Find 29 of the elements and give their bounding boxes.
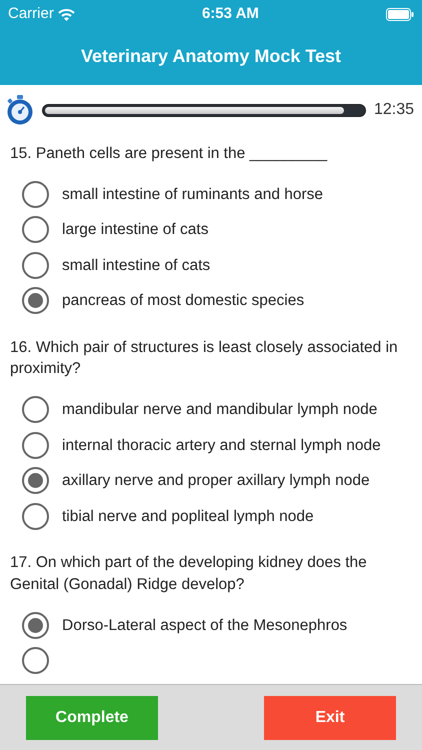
option-label[interactable]: pancreas of most domestic species [62,289,304,313]
radio-button[interactable] [22,216,49,244]
radio-button[interactable] [22,647,49,674]
battery-icon [386,8,414,20]
radio-button[interactable] [22,432,49,459]
radio-button[interactable] [22,502,49,530]
option-label[interactable]: small intestine of cats [62,254,210,278]
option-label[interactable]: large intestine of cats [62,218,208,242]
radio-button[interactable] [22,612,49,639]
screen-title: Veterinary Anatomy Mock Test [80,45,342,68]
question-text: 16. Which pair of structures is least closely associated in proximity? [9,338,399,380]
radio-button[interactable] [22,180,49,208]
wifi-icon [58,8,75,20]
option-label[interactable]: Dorso-Lateral aspect of the Mesonephros [62,614,348,637]
carrier-label: Carrier [8,4,54,24]
option-label[interactable]: internal thoracic artery and sternal lymph node [62,434,381,457]
question-text: 15. Paneth cells are present in the _________ [9,144,328,164]
status-time: 6:53 AM [202,4,259,24]
stopwatch-icon [6,95,34,125]
radio-button[interactable] [22,252,49,279]
option-label[interactable]: mandibular nerve and mandibular lymph node [62,398,378,422]
radio-button[interactable] [22,287,49,314]
option-label[interactable]: tibial nerve and popliteal lymph node [62,504,314,528]
option-label[interactable]: small intestine of ruminants and horse [62,182,324,206]
radio-button[interactable] [22,467,49,494]
radio-button[interactable] [22,396,49,424]
option-label[interactable]: axillary nerve and proper axillary lymph node [62,469,370,492]
question-text: 17. On which part of the developing kidney does the Genital (Gonadal) Ridge develop? [9,553,368,595]
timer-reading: 12:35 [374,100,414,120]
